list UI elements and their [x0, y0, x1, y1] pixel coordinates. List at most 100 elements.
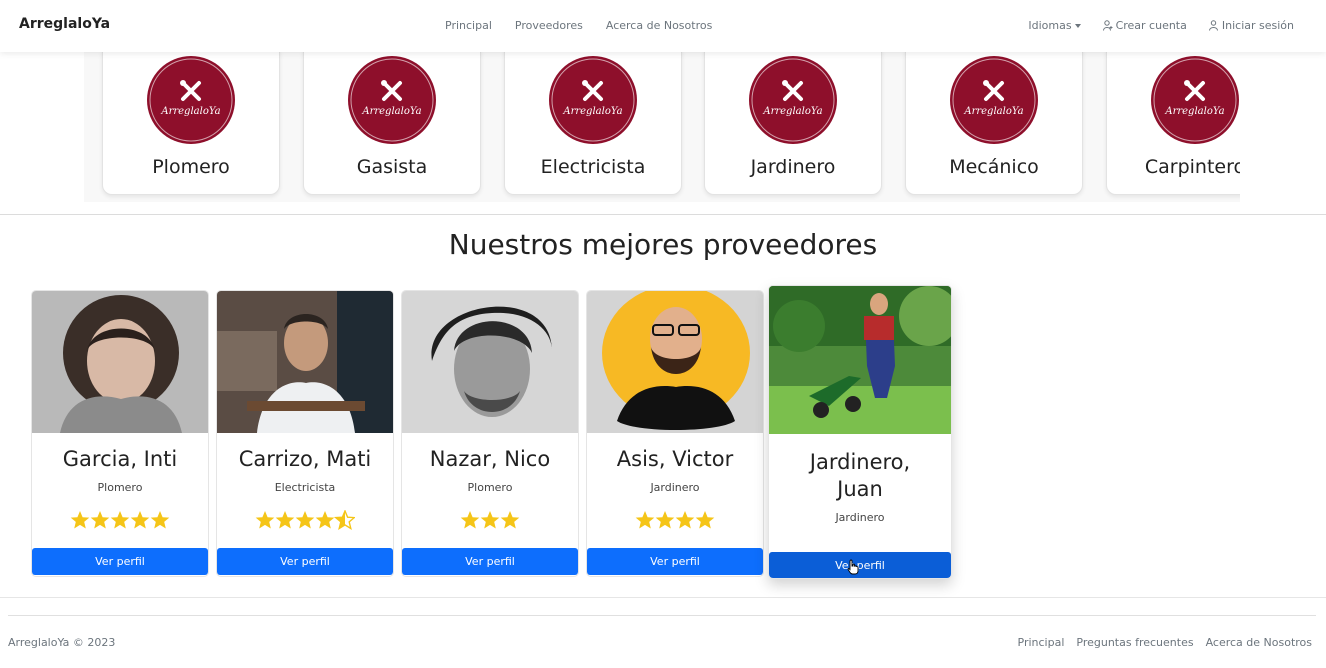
tools-icon: ArreglaloYa: [751, 58, 835, 142]
category-carousel: ArreglaloYa Plomero ArreglaloYa Gasista …: [84, 52, 1240, 202]
star-icon: [255, 511, 275, 529]
category-card-jardinero[interactable]: ArreglaloYa Jardinero: [704, 52, 882, 195]
provider-photo: [587, 291, 763, 433]
tools-icon: ArreglaloYa: [1153, 58, 1237, 142]
star-icon: [460, 511, 480, 529]
view-profile-button[interactable]: Ver perfil: [32, 548, 208, 575]
provider-name: Asis, Victor: [616, 447, 734, 471]
category-card-electricista[interactable]: ArreglaloYa Electricista: [504, 52, 682, 195]
star-icon: [655, 511, 675, 529]
brand-badge-logo: ArreglaloYa: [950, 56, 1038, 144]
view-profile-button[interactable]: Ver perfil: [587, 548, 763, 575]
star-icon: [275, 511, 295, 529]
brand-logo[interactable]: ArreglaloYa: [19, 16, 110, 32]
category-card-carpintero[interactable]: ArreglaloYa Carpintero: [1106, 52, 1240, 195]
logo-wordmark: ArreglaloYa: [1164, 106, 1224, 117]
provider-photo: [402, 291, 578, 433]
footer-link-faq[interactable]: Preguntas frecuentes: [1076, 636, 1193, 649]
footer-copyright: ArreglaloYa © 2023: [8, 636, 116, 649]
star-icon: [500, 511, 520, 529]
section-divider: [0, 214, 1326, 215]
provider-name: Garcia, Inti: [62, 447, 178, 471]
rating-stars: [402, 510, 578, 532]
login-label: Iniciar sesión: [1221, 19, 1294, 32]
footer-nav: Principal Preguntas frecuentes Acerca de…: [1006, 636, 1313, 649]
category-name: Mecánico: [949, 156, 1039, 178]
logo-wordmark: ArreglaloYa: [562, 106, 622, 117]
category-name: Plomero: [152, 156, 230, 178]
provider-trade: Plomero: [97, 481, 143, 494]
provider-photo: [32, 291, 208, 433]
logo-wordmark: ArreglaloYa: [361, 106, 421, 117]
languages-dropdown[interactable]: Idiomas: [1028, 19, 1081, 32]
star-icon: [295, 511, 315, 529]
tools-icon: ArreglaloYa: [551, 58, 635, 142]
login-link[interactable]: Iniciar sesión: [1208, 19, 1294, 32]
person-add-icon: [1102, 20, 1113, 31]
caret-down-icon: [1074, 23, 1081, 28]
person-icon: [1208, 20, 1218, 31]
provider-name: Nazar, Nico: [429, 447, 551, 471]
category-card-mecanico[interactable]: ArreglaloYa Mecánico: [905, 52, 1083, 195]
provider-trade: Jardinero: [835, 511, 885, 524]
footer-link-acerca[interactable]: Acerca de Nosotros: [1206, 636, 1312, 649]
view-profile-button[interactable]: Ver perfil: [769, 552, 951, 578]
provider-card-garcia: Garcia, Inti Plomero Ver perfil: [31, 290, 209, 577]
rating-stars: [32, 510, 208, 532]
languages-label: Idiomas: [1028, 19, 1072, 32]
provider-trade: Plomero: [467, 481, 513, 494]
star-icon: [315, 511, 335, 529]
provider-card-carrizo: Carrizo, Mati Electricista Ver perfil: [216, 290, 394, 577]
view-profile-button[interactable]: Ver perfil: [402, 548, 578, 575]
provider-card-jardinero: Jardinero, Juan Jardinero Ver perfil: [768, 285, 952, 579]
footer-divider: [8, 615, 1316, 616]
logo-wordmark: ArreglaloYa: [160, 106, 220, 117]
star-icon: [635, 511, 655, 529]
tools-icon: ArreglaloYa: [350, 58, 434, 142]
logo-wordmark: ArreglaloYa: [963, 106, 1023, 117]
category-card-plomero[interactable]: ArreglaloYa Plomero: [102, 52, 280, 195]
star-icon: [695, 511, 715, 529]
rating-stars: [587, 510, 763, 532]
brand-badge-logo: ArreglaloYa: [147, 56, 235, 144]
category-name: Gasista: [356, 156, 428, 178]
signup-link[interactable]: Crear cuenta: [1102, 19, 1187, 32]
logo-wordmark: ArreglaloYa: [762, 106, 822, 117]
hand-cursor-icon: [847, 559, 859, 575]
brand-badge-logo: ArreglaloYa: [348, 56, 436, 144]
signup-label: Crear cuenta: [1115, 19, 1187, 32]
section-title: Nuestros mejores proveedores: [448, 228, 878, 261]
provider-card-asis: Asis, Victor Jardinero Ver perfil: [586, 290, 764, 577]
nav-link-proveedores[interactable]: Proveedores: [515, 19, 583, 32]
provider-photo: [217, 291, 393, 433]
provider-name: Carrizo, Mati: [238, 447, 372, 471]
user-nav: Idiomas Crear cuenta Iniciar sesión: [1006, 19, 1294, 32]
category-name: Electricista: [540, 156, 646, 178]
star-icon: [90, 511, 110, 529]
tools-icon: ArreglaloYa: [952, 58, 1036, 142]
category-card-gasista[interactable]: ArreglaloYa Gasista: [303, 52, 481, 195]
rating-stars: [217, 510, 393, 532]
provider-trade: Jardinero: [650, 481, 700, 494]
provider-name-line2: Juan: [837, 477, 883, 501]
view-profile-button[interactable]: Ver perfil: [217, 548, 393, 575]
category-name: Carpintero: [1144, 156, 1240, 178]
brand-badge-logo: ArreglaloYa: [1151, 56, 1239, 144]
nav-link-acerca[interactable]: Acerca de Nosotros: [606, 19, 712, 32]
provider-photo: [769, 286, 951, 434]
top-providers-section: Nuestros mejores proveedores Garcia, Int…: [0, 216, 1326, 598]
star-half-icon: [333, 510, 355, 530]
tools-icon: ArreglaloYa: [149, 58, 233, 142]
star-icon: [480, 511, 500, 529]
star-icon: [130, 511, 150, 529]
star-icon: [675, 511, 695, 529]
navbar: ArreglaloYa Principal Proveedores Acerca…: [0, 0, 1326, 52]
star-icon: [150, 511, 170, 529]
brand-badge-logo: ArreglaloYa: [749, 56, 837, 144]
footer-link-principal[interactable]: Principal: [1018, 636, 1065, 649]
provider-trade: Electricista: [274, 481, 336, 494]
provider-name-line1: Jardinero,: [809, 450, 911, 474]
category-name: Jardinero: [750, 156, 836, 178]
nav-link-principal[interactable]: Principal: [445, 19, 492, 32]
brand-badge-logo: ArreglaloYa: [549, 56, 637, 144]
